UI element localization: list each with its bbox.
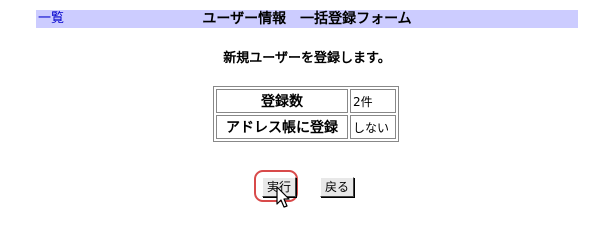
mouse-pointer-icon [276,186,290,208]
address-book-value: しない [350,115,396,139]
registration-count-label: 登録数 [216,89,348,113]
page: 一覧 ユーザー情報 一括登録フォーム 新規ユーザーを登録します。 登録数 2件 … [0,0,614,222]
back-button[interactable]: 戻る [320,177,355,197]
header-bar: 一覧 ユーザー情報 一括登録フォーム [36,10,578,28]
table-row: 登録数 2件 [216,89,396,113]
registration-count-value: 2件 [350,89,396,113]
table-row: アドレス帳に登録 しない [216,115,396,139]
form-description: 新規ユーザーを登録します。 [223,51,391,66]
summary-table: 登録数 2件 アドレス帳に登録 しない [213,86,399,142]
address-book-label: アドレス帳に登録 [216,115,348,139]
page-title: ユーザー情報 一括登録フォーム [202,11,412,27]
